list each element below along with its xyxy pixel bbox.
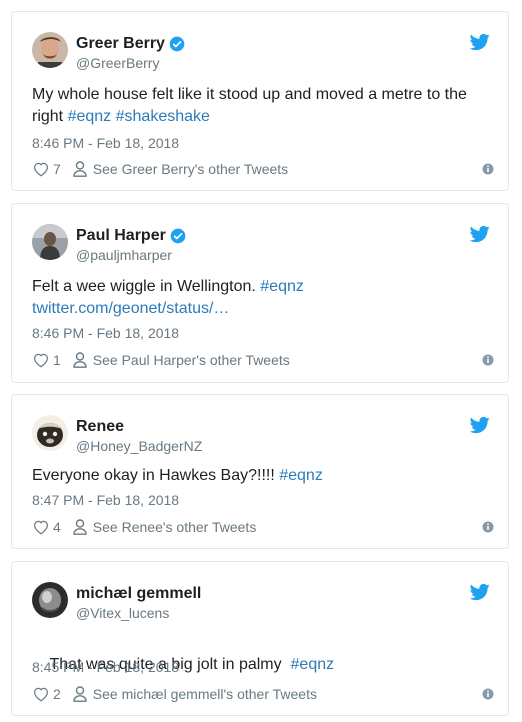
person-icon [73, 161, 87, 177]
like-count: 1 [53, 352, 61, 368]
tweet-timestamp[interactable]: 8:46 PM - Feb 18, 2018 [32, 134, 179, 152]
author-name[interactable]: Paul Harper [76, 226, 166, 246]
like-button[interactable]: 4 [32, 518, 73, 536]
person-icon [73, 352, 87, 368]
hashtag-link[interactable]: #shakeshake [116, 108, 210, 125]
tweet-text: Everyone okay in Hawkes Bay?!!!! #eqnz [32, 467, 323, 484]
avatar[interactable] [32, 224, 68, 260]
person-icon [73, 686, 87, 702]
like-count: 2 [53, 686, 61, 702]
info-icon[interactable] [482, 688, 494, 700]
hashtag-link[interactable]: #eqnz [68, 108, 112, 125]
other-tweets-label: See Paul Harper's other Tweets [92, 352, 290, 368]
author-handle[interactable]: @Honey_BadgerNZ [76, 437, 202, 455]
avatar[interactable] [32, 32, 68, 68]
person-icon [73, 519, 87, 535]
tweet-timestamp[interactable]: 8:45 PM - Feb 18, 2018 [32, 658, 179, 676]
verified-badge-icon [169, 36, 185, 52]
tweet-text: My whole house felt like it stood up and… [32, 86, 467, 125]
tweet-text: Felt a wee wiggle in Wellington. #eqnz tw… [32, 278, 304, 317]
status-link[interactable]: twitter.com/geonet/status/… [32, 300, 229, 317]
other-tweets-link[interactable]: See Paul Harper's other Tweets [73, 352, 290, 368]
author-handle[interactable]: @GreerBerry [76, 54, 185, 72]
author-handle[interactable]: @Vitex_lucens [76, 604, 201, 622]
tweet-card[interactable]: michæl gemmell @Vitex_lucens That was qu… [11, 561, 509, 716]
other-tweets-link[interactable]: See Greer Berry's other Tweets [73, 161, 288, 177]
twitter-bird-icon[interactable] [470, 32, 490, 52]
tweet-card[interactable]: Paul Harper @pauljmharper Felt a wee wig… [11, 203, 509, 383]
heart-icon [32, 160, 50, 178]
like-button[interactable]: 2 [32, 685, 73, 703]
heart-icon [32, 518, 50, 536]
heart-icon [32, 685, 50, 703]
hashtag-link[interactable]: #eqnz [279, 467, 323, 484]
info-icon[interactable] [482, 354, 494, 366]
hashtag-link[interactable]: #eqnz [260, 278, 304, 295]
verified-badge-icon [170, 228, 186, 244]
like-count: 7 [53, 161, 61, 177]
other-tweets-link[interactable]: See Renee's other Tweets [73, 519, 257, 535]
info-icon[interactable] [482, 163, 494, 175]
twitter-bird-icon[interactable] [470, 582, 490, 602]
like-button[interactable]: 1 [32, 351, 73, 369]
avatar[interactable] [32, 415, 68, 451]
tweet-card[interactable]: Greer Berry @GreerBerry My whole house f… [11, 11, 509, 191]
tweet-timestamp[interactable]: 8:47 PM - Feb 18, 2018 [32, 491, 179, 509]
other-tweets-label: See Greer Berry's other Tweets [92, 161, 289, 177]
other-tweets-label: See Renee's other Tweets [92, 519, 257, 535]
author-name[interactable]: Renee [76, 417, 124, 437]
like-button[interactable]: 7 [32, 160, 73, 178]
author-name[interactable]: Greer Berry [76, 34, 165, 54]
like-count: 4 [53, 519, 61, 535]
twitter-bird-icon[interactable] [470, 224, 490, 244]
author-handle[interactable]: @pauljmharper [76, 246, 186, 264]
hashtag-link[interactable]: #eqnz [291, 656, 335, 673]
heart-icon [32, 351, 50, 369]
other-tweets-label: See michæl gemmell's other Tweets [92, 686, 317, 702]
tweet-timestamp[interactable]: 8:46 PM - Feb 18, 2018 [32, 324, 179, 342]
avatar[interactable] [32, 582, 68, 618]
author-name[interactable]: michæl gemmell [76, 584, 201, 604]
twitter-bird-icon[interactable] [470, 415, 490, 435]
other-tweets-link[interactable]: See michæl gemmell's other Tweets [73, 686, 317, 702]
tweet-card[interactable]: Renee @Honey_BadgerNZ Everyone okay in H… [11, 394, 509, 549]
info-icon[interactable] [482, 521, 494, 533]
